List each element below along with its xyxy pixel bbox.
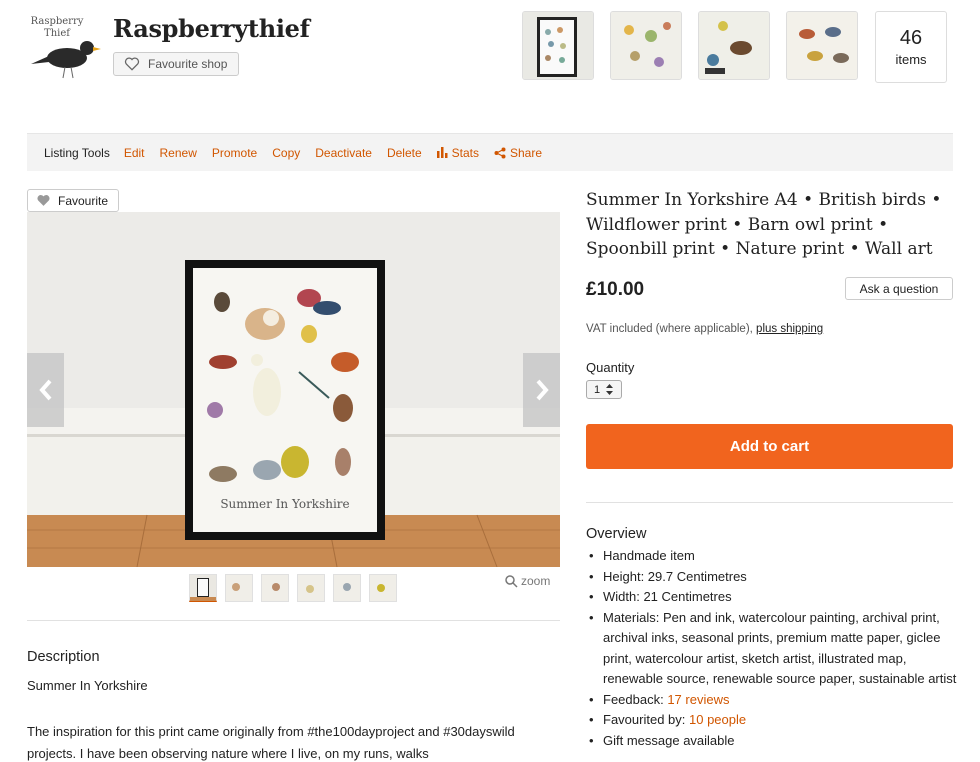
edit-link[interactable]: Edit (124, 146, 145, 160)
gallery-thumb[interactable] (261, 574, 289, 602)
items-count-label: items (895, 52, 927, 67)
overview-item: Gift message available (586, 731, 958, 752)
favourite-shop-button[interactable]: Favourite shop (113, 52, 239, 76)
renew-link[interactable]: Renew (160, 146, 197, 160)
share-label: Share (510, 145, 543, 160)
main-listing-image[interactable]: Summer In Yorkshire (27, 212, 560, 567)
shipping-link[interactable]: plus shipping (756, 323, 823, 335)
shop-header: Raspberry Thief Raspberrythief Favourite… (0, 0, 980, 120)
favourite-button[interactable]: Favourite (27, 189, 119, 212)
quantity-select[interactable]: 1 (586, 380, 622, 399)
gallery-thumb-image (190, 575, 216, 601)
add-to-cart-button[interactable]: Add to cart (586, 424, 953, 469)
print-thumbnail-icon (523, 12, 593, 79)
divider (27, 620, 560, 621)
zoom-button[interactable]: zoom (505, 574, 550, 588)
blackbird-logo-icon: Raspberry Thief (31, 16, 101, 79)
overview-item: Handmade item (586, 546, 958, 567)
logo-text-line2: Thief (44, 28, 71, 39)
listing-title: Summer In Yorkshire A4 • British birds •… (586, 190, 942, 259)
deactivate-link[interactable]: Deactivate (315, 146, 372, 160)
birds-thumbnail-icon (787, 12, 857, 79)
print-caption: Summer In Yorkshire (220, 497, 349, 511)
price: £10.00 (586, 279, 645, 300)
favourite-shop-label: Favourite shop (148, 57, 228, 71)
previous-image-button[interactable] (27, 353, 64, 427)
image-gallery (189, 574, 397, 602)
next-image-button[interactable] (523, 353, 560, 427)
flowers-thumbnail-icon (611, 12, 681, 79)
quantity-label: Quantity (586, 360, 635, 375)
description-body: The inspiration for this print came orig… (27, 724, 515, 761)
framed-print-photo: Summer In Yorkshire (27, 212, 560, 567)
shop-items-preview (522, 11, 858, 80)
vat-note: VAT included (where applicable), plus sh… (586, 323, 823, 335)
shop-name[interactable]: Raspberrythief (113, 14, 310, 43)
share-link[interactable]: Share (494, 146, 542, 160)
stats-icon (436, 147, 448, 158)
painting-thumbnail-icon (699, 12, 769, 79)
items-count-value: 46 (899, 27, 923, 49)
shop-logo[interactable]: Raspberry Thief (27, 10, 103, 86)
shop-item-thumb[interactable] (522, 11, 594, 80)
favourited-people-link[interactable]: 10 people (689, 712, 746, 727)
gallery-thumb-image (262, 575, 288, 601)
stats-label: Stats (451, 145, 479, 160)
overview-item: Width: 21 Centimetres (586, 587, 958, 608)
quantity-value: 1 (594, 383, 601, 396)
description-heading: Description (27, 649, 100, 665)
ask-question-button[interactable]: Ask a question (845, 277, 953, 300)
gallery-thumb[interactable] (333, 574, 361, 602)
favourite-label: Favourite (58, 193, 109, 208)
shop-items-count[interactable]: 46 items (875, 11, 947, 83)
gallery-thumb-image (226, 575, 252, 601)
share-icon (494, 147, 506, 158)
promote-link[interactable]: Promote (212, 146, 257, 160)
stats-link[interactable]: Stats (436, 145, 479, 160)
shop-item-thumb[interactable] (786, 11, 858, 80)
logo-text-line1: Raspberry (31, 16, 84, 27)
gallery-thumb[interactable] (297, 574, 325, 602)
vat-text: VAT included (where applicable), (586, 323, 753, 335)
chevron-left-icon (38, 379, 51, 401)
gallery-thumb[interactable] (369, 574, 397, 602)
zoom-label: zoom (521, 574, 551, 588)
updown-arrows-icon (606, 384, 614, 395)
copy-link[interactable]: Copy (272, 146, 300, 160)
heart-icon (124, 57, 140, 71)
divider (586, 502, 953, 503)
magnifier-icon (505, 574, 518, 588)
favourited-label: Favourited by: (603, 712, 686, 727)
heart-icon (37, 195, 50, 206)
gallery-thumb[interactable] (225, 574, 253, 602)
listing-tools-bar: Listing Tools Edit Renew Promote Copy De… (27, 133, 953, 171)
listing-tools-label: Listing Tools (44, 145, 110, 160)
overview-item: Favourited by: 10 people (586, 710, 958, 731)
description-subtitle: Summer In Yorkshire (27, 678, 148, 693)
gallery-thumb-image (298, 575, 324, 601)
overview-list: Handmade item Height: 29.7 Centimetres W… (586, 546, 958, 751)
overview-item: Height: 29.7 Centimetres (586, 567, 958, 588)
overview-heading: Overview (586, 526, 647, 542)
gallery-thumb[interactable] (189, 574, 217, 602)
gallery-thumb-image (370, 575, 396, 601)
gallery-thumb-image (334, 575, 360, 601)
feedback-label: Feedback: (603, 691, 664, 707)
overview-item: Materials: Pen and ink, watercolour pain… (586, 608, 958, 690)
delete-link[interactable]: Delete (387, 146, 422, 160)
overview-item: Feedback: 17 reviews (586, 690, 958, 711)
shop-item-thumb[interactable] (610, 11, 682, 80)
shop-item-thumb[interactable] (698, 11, 770, 80)
chevron-right-icon (536, 379, 549, 401)
reviews-link[interactable]: 17 reviews (667, 692, 729, 707)
